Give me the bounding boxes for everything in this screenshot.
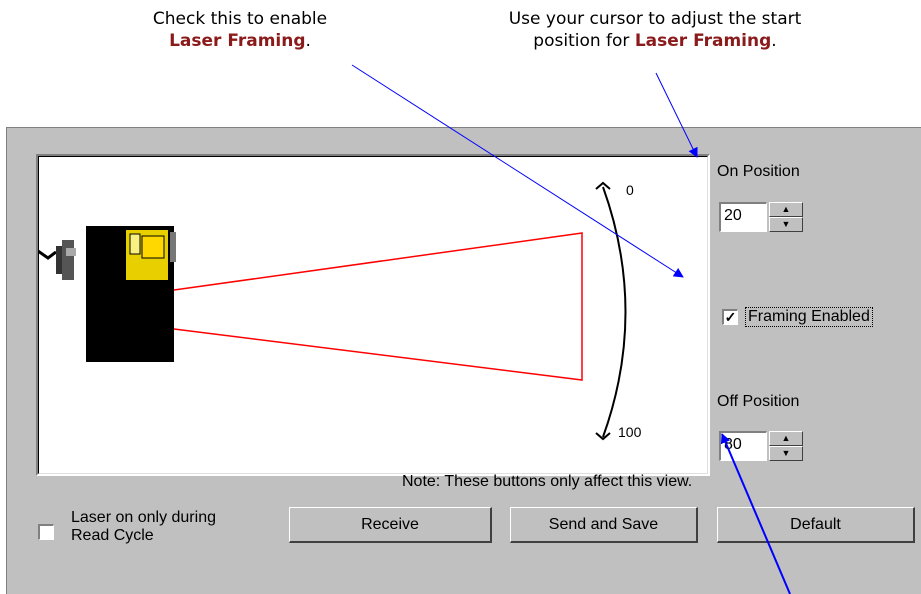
annotation-arrows bbox=[351, 64, 791, 594]
arrow-to-start-position bbox=[655, 72, 698, 158]
arrow-to-off-position bbox=[720, 433, 791, 594]
arrow-to-framing-checkbox bbox=[351, 64, 684, 278]
